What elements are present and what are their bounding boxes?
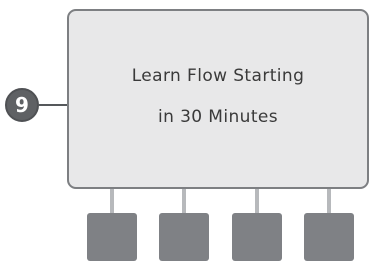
display-line-2: in 30 Minutes [157,107,279,127]
soft-key-2-button[interactable] [159,213,209,261]
lcd-display: Learn Flow Starting in 30 Minutes [67,9,369,189]
callout-number-badge: 9 [5,88,39,122]
display-line-1: Learn Flow Starting [131,66,305,86]
soft-key-3-button[interactable] [232,213,282,261]
soft-key-4-button[interactable] [304,213,354,261]
callout-leader-line [38,104,68,106]
controller-panel: 9 Learn Flow Starting in 30 Minutes [0,0,373,261]
soft-key-1-button[interactable] [87,213,137,261]
